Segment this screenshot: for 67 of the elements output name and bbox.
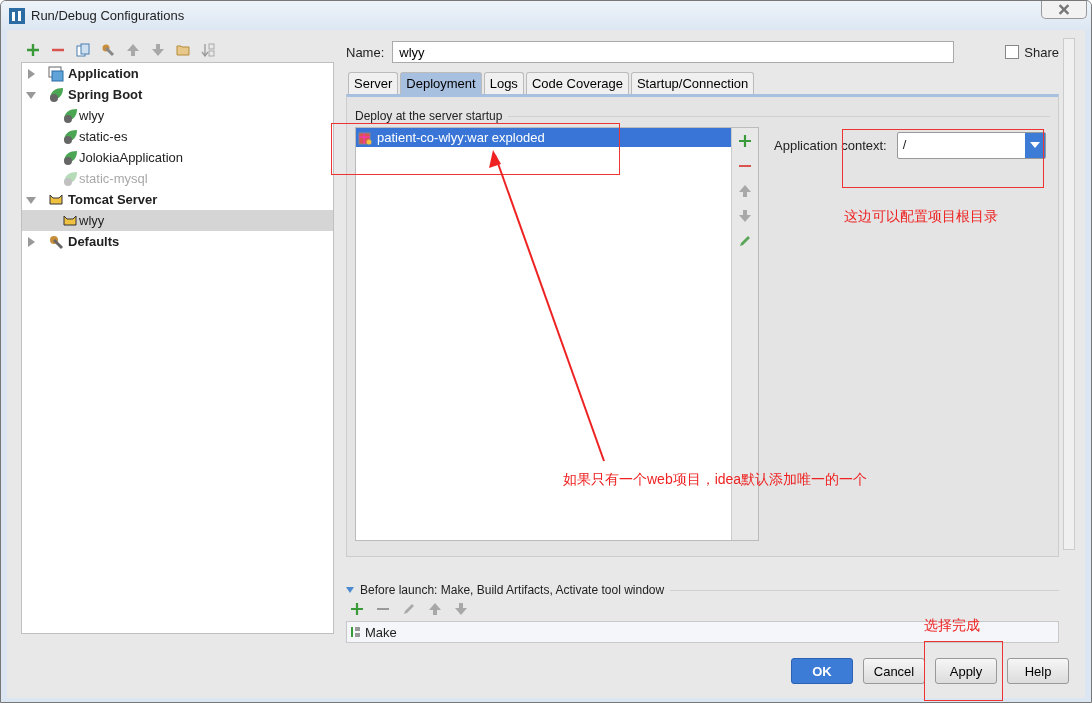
collapsed-arrow-icon[interactable] xyxy=(26,68,36,79)
arrow-up-icon[interactable] xyxy=(428,602,442,616)
share-checkbox[interactable]: Share xyxy=(1005,44,1059,60)
tree-group-label: Tomcat Server xyxy=(68,192,158,207)
tree-group-label: Defaults xyxy=(68,234,120,249)
leaf-icon xyxy=(62,128,78,145)
pencil-icon[interactable] xyxy=(738,234,752,248)
leaf-icon xyxy=(62,107,78,124)
task-item[interactable]: Make xyxy=(347,622,401,642)
tab[interactable]: Code Coverage xyxy=(525,72,629,94)
collapsed-arrow-icon[interactable] xyxy=(26,236,36,247)
scrollbar[interactable] xyxy=(1063,38,1075,550)
dialog-button[interactable]: Cancel xyxy=(863,658,925,684)
pencil-icon[interactable] xyxy=(402,602,416,616)
leaf-icon xyxy=(62,149,78,166)
wrench-icon[interactable] xyxy=(101,43,115,57)
tab[interactable]: Deployment xyxy=(400,72,482,94)
tree-item[interactable]: static-es xyxy=(22,126,333,147)
arrow-up-icon[interactable] xyxy=(126,43,140,57)
name-field[interactable]: wlyy xyxy=(392,41,955,63)
folder-icon[interactable] xyxy=(176,43,190,57)
tree-group[interactable]: Application xyxy=(22,63,333,84)
tab[interactable]: Server xyxy=(348,72,399,94)
arrow-down-icon[interactable] xyxy=(738,209,752,223)
dialog-button[interactable]: Help xyxy=(1007,658,1069,684)
group-label: Deploy at the server startup xyxy=(355,109,503,123)
name-label: Name: xyxy=(346,44,385,60)
copy-icon[interactable] xyxy=(76,43,90,57)
add-icon[interactable] xyxy=(738,134,752,148)
tree-group[interactable]: Tomcat Server xyxy=(22,189,333,210)
tree-group-label: Application xyxy=(68,66,139,81)
context-dropdown[interactable]: / xyxy=(896,131,1046,159)
leaf-icon xyxy=(48,86,64,103)
expanded-arrow-icon[interactable] xyxy=(26,89,36,100)
tree-group-label: Spring Boot xyxy=(68,87,143,102)
arrow-up-icon[interactable] xyxy=(738,184,752,198)
tree-group[interactable]: Spring Boot xyxy=(22,84,333,105)
app-logo-icon xyxy=(9,7,25,24)
before-launch-label[interactable]: Before launch: Make, Build Artifacts, Activate tool window xyxy=(360,583,665,597)
sort-icon[interactable] xyxy=(201,43,215,57)
arrow-down-icon[interactable] xyxy=(454,602,468,616)
package-icon xyxy=(358,130,372,145)
close-icon xyxy=(1057,4,1071,15)
window-title: Run/Debug Configurations xyxy=(31,8,185,23)
expanded-arrow-icon[interactable] xyxy=(346,586,354,594)
expanded-arrow-icon[interactable] xyxy=(26,194,36,205)
annotation-note: 这边可以配置项目根目录 xyxy=(844,208,998,226)
tab[interactable]: Logs xyxy=(483,72,524,94)
dialog-button[interactable]: OK xyxy=(791,658,853,684)
tab[interactable]: Startup/Connection xyxy=(630,72,755,94)
binary-icon xyxy=(349,626,361,638)
dialog-button[interactable]: Apply xyxy=(935,658,997,684)
caret-icon xyxy=(1029,141,1040,149)
window-icon xyxy=(48,65,64,82)
add-icon[interactable] xyxy=(26,43,40,57)
close-button[interactable] xyxy=(1041,1,1087,19)
annotation-note: 如果只有一个web项目，idea默认添加唯一的一个 xyxy=(563,471,868,489)
tree-group[interactable]: Defaults xyxy=(22,231,333,252)
leaf-icon xyxy=(62,170,78,187)
artifact-item[interactable]: patient-co-wlyy:war exploded xyxy=(356,128,731,147)
wrench-icon xyxy=(48,233,64,250)
arrow-down-icon[interactable] xyxy=(151,43,165,57)
tree-item[interactable]: wlyy xyxy=(22,105,333,126)
add-icon[interactable] xyxy=(350,602,364,616)
tree-item[interactable]: JolokiaApplication xyxy=(22,147,333,168)
tree-item[interactable]: wlyy xyxy=(22,210,333,231)
annotation-note: 选择完成 xyxy=(924,617,980,635)
